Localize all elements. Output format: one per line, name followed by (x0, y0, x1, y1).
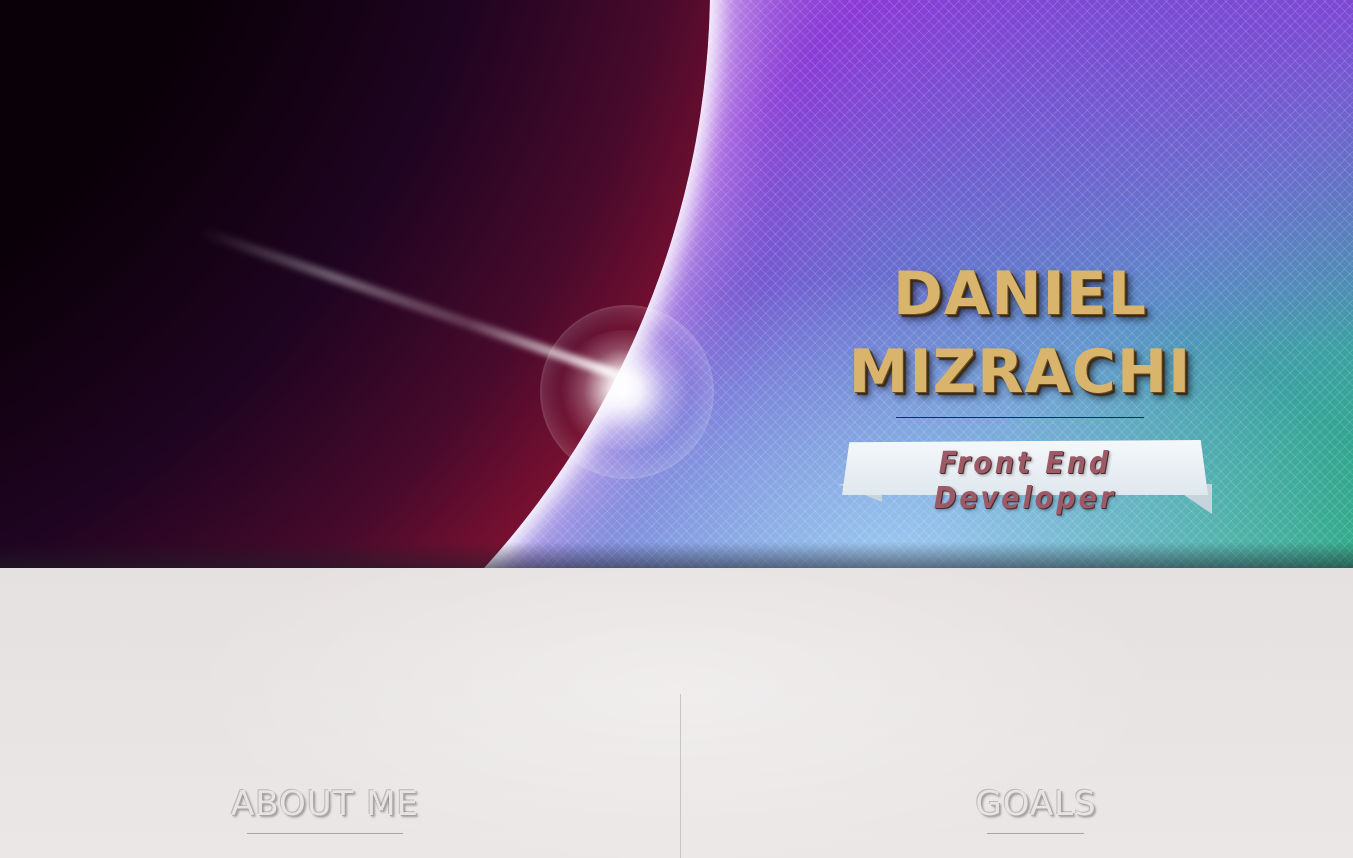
subtitle-text: Front End Developer (933, 446, 1117, 516)
hero-name-block: DANIEL MIZRACHI (820, 255, 1220, 418)
hero-banner: DANIEL MIZRACHI Front End Developer (0, 0, 1353, 568)
name-divider (896, 417, 1144, 418)
hero-bottom-shadow (0, 542, 1353, 568)
name-last: MIZRACHI (848, 337, 1192, 407)
name-first: DANIEL (893, 259, 1147, 329)
content-area: ABOUT ME GOALS (0, 568, 1353, 858)
goals-underline (987, 833, 1084, 834)
about-me-heading: ABOUT ME (230, 784, 420, 824)
goals-heading: GOALS (975, 784, 1097, 824)
page: DANIEL MIZRACHI Front End Developer ABOU… (0, 0, 1353, 858)
subtitle-ribbon: Front End Developer (838, 440, 1212, 516)
about-me-underline (247, 833, 403, 834)
column-divider (680, 694, 681, 858)
lens-flare-core (555, 330, 695, 450)
